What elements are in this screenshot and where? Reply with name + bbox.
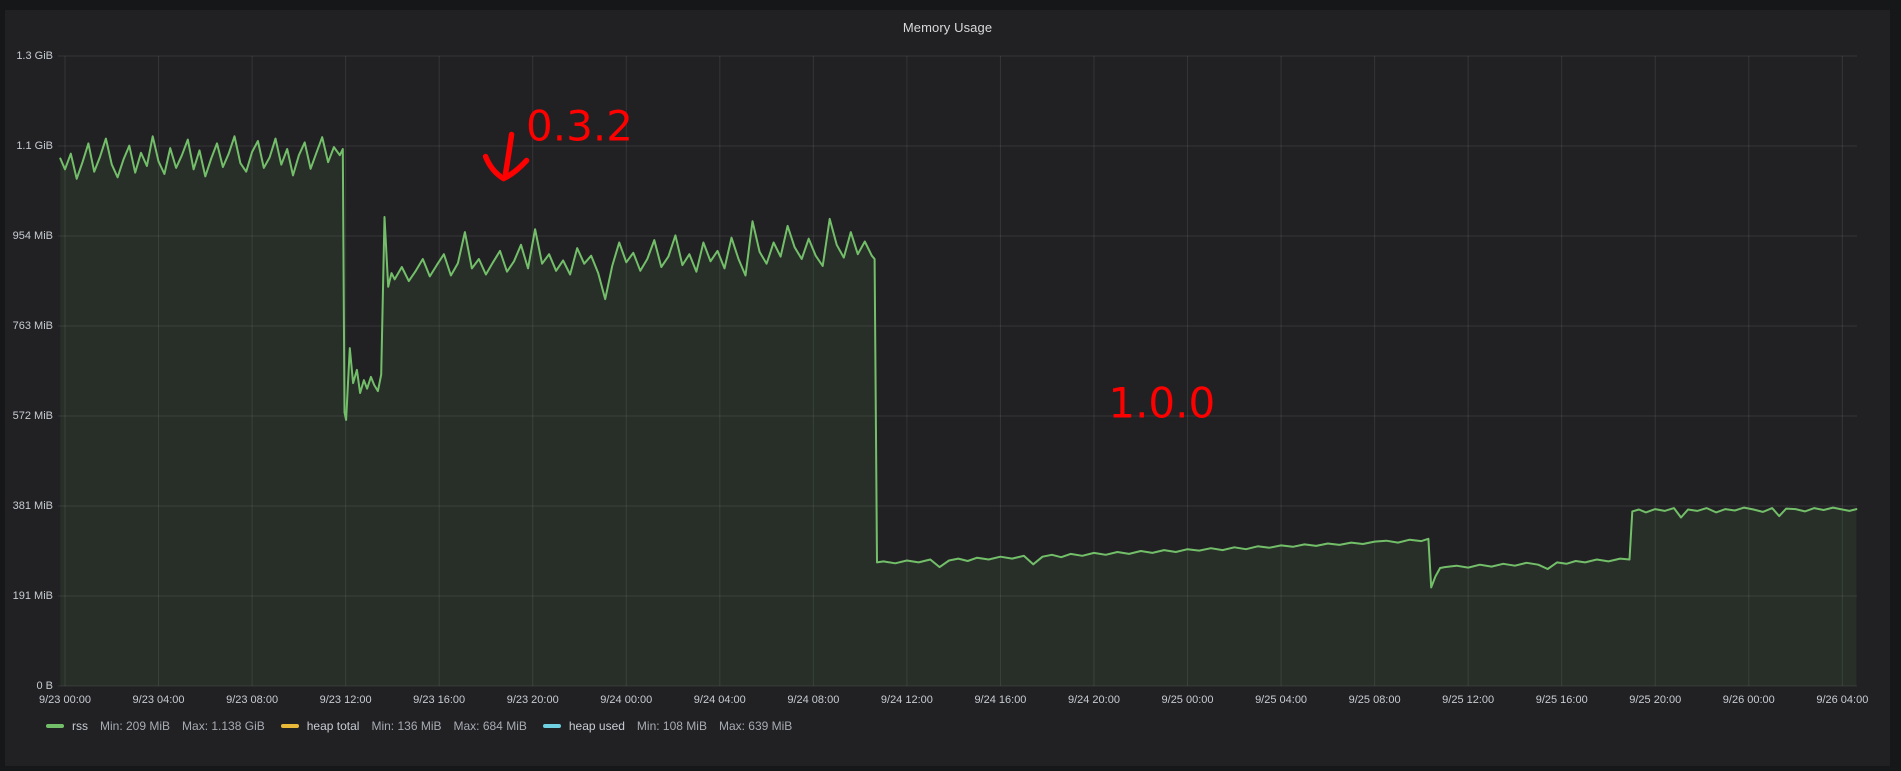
x-tick-label: 9/23 08:00 — [205, 694, 299, 707]
legend: rss Min: 209 MiB Max: 1.138 GiB heap tot… — [46, 718, 792, 734]
chart-canvas — [0, 0, 1901, 771]
panel-header: Memory Usage — [5, 10, 1890, 44]
y-tick-label: 1.1 GiB — [2, 140, 53, 153]
heap-used-min-stat: Min: 108 MiB — [637, 719, 707, 733]
x-tick-label: 9/25 00:00 — [1141, 694, 1235, 707]
x-tick-label: 9/23 00:00 — [18, 694, 112, 707]
heap-total-min-stat: Min: 136 MiB — [371, 719, 441, 733]
heap-total-series-swatch — [281, 724, 299, 728]
x-tick-label: 9/25 16:00 — [1515, 694, 1609, 707]
legend-item-rss: rss Min: 209 MiB Max: 1.138 GiB — [46, 719, 265, 733]
x-tick-label: 9/23 04:00 — [112, 694, 206, 707]
heap-used-series-label[interactable]: heap used — [569, 719, 625, 733]
heap-total-series-label[interactable]: heap total — [307, 719, 360, 733]
y-tick-label: 381 MiB — [2, 500, 53, 513]
heap-used-max-stat: Max: 639 MiB — [719, 719, 792, 733]
x-tick-label: 9/24 20:00 — [1047, 694, 1141, 707]
x-tick-label: 9/24 04:00 — [673, 694, 767, 707]
y-tick-label: 954 MiB — [2, 230, 53, 243]
x-tick-label: 9/23 12:00 — [299, 694, 393, 707]
annotation-0-3-2-text: 0.3.2 — [526, 101, 633, 150]
y-tick-label: 763 MiB — [2, 320, 53, 333]
x-tick-label: 9/25 12:00 — [1421, 694, 1515, 707]
legend-item-heap-total: heap total Min: 136 MiB Max: 684 MiB — [281, 719, 527, 733]
x-tick-label: 9/25 20:00 — [1608, 694, 1702, 707]
red-down-arrow-icon — [479, 127, 539, 187]
rss-min-stat: Min: 209 MiB — [100, 719, 170, 733]
x-tick-label: 9/24 00:00 — [579, 694, 673, 707]
legend-item-heap-used: heap used Min: 108 MiB Max: 639 MiB — [543, 719, 792, 733]
y-tick-label: 572 MiB — [2, 410, 53, 423]
x-tick-label: 9/24 12:00 — [860, 694, 954, 707]
x-tick-label: 9/23 20:00 — [486, 694, 580, 707]
annotation-1-0-0-text: 1.0.0 — [1108, 378, 1215, 427]
plot-area[interactable] — [58, 56, 1857, 686]
heap-total-max-stat: Max: 684 MiB — [454, 719, 527, 733]
x-tick-label: 9/25 04:00 — [1234, 694, 1328, 707]
y-tick-label: 1.3 GiB — [2, 50, 53, 63]
x-tick-label: 9/24 16:00 — [953, 694, 1047, 707]
y-tick-label: 191 MiB — [2, 590, 53, 603]
x-tick-label: 9/26 04:00 — [1795, 694, 1889, 707]
panel-title[interactable]: Memory Usage — [903, 20, 992, 35]
annotation-1-0-0: 1.0.0 — [1108, 378, 1215, 427]
x-tick-label: 9/25 08:00 — [1328, 694, 1422, 707]
annotation-0-3-2: 0.3.2 — [526, 101, 633, 150]
heap-used-series-swatch — [543, 724, 561, 728]
x-tick-label: 9/24 08:00 — [766, 694, 860, 707]
x-tick-label: 9/23 16:00 — [392, 694, 486, 707]
rss-series-swatch — [46, 724, 64, 728]
y-tick-label: 0 B — [2, 680, 53, 693]
x-tick-label: 9/26 00:00 — [1702, 694, 1796, 707]
rss-max-stat: Max: 1.138 GiB — [182, 719, 265, 733]
rss-series-label[interactable]: rss — [72, 719, 88, 733]
